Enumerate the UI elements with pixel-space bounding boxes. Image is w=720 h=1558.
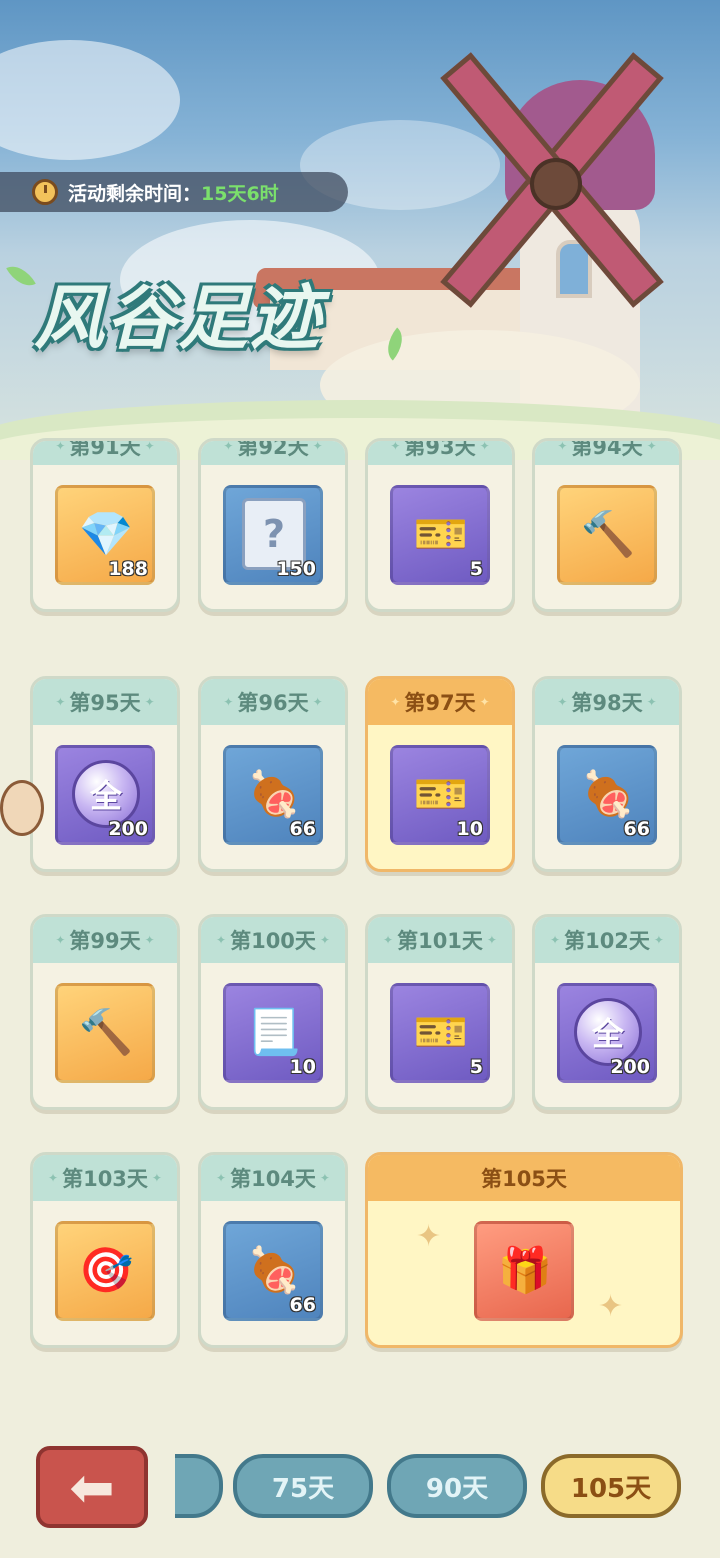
reward-tile[interactable]: 全 200 <box>557 983 657 1083</box>
reward-tile[interactable]: 🍖 66 <box>557 745 657 845</box>
day-label: 第98天 <box>535 679 679 725</box>
reward-quantity: 10 <box>456 818 483 840</box>
reward-quantity: 66 <box>623 818 650 840</box>
day-label: 第96天 <box>201 679 345 725</box>
day-card[interactable]: 第102天全200 <box>532 914 682 1110</box>
reward-tile[interactable]: 🎯 <box>55 1221 155 1321</box>
day-card[interactable]: 第92天 ?150 <box>198 438 348 612</box>
day-label: 第91天 <box>33 441 177 465</box>
day-label: 第105天 <box>368 1155 680 1201</box>
day-card[interactable]: 第99天 🔨 <box>30 914 180 1110</box>
mascot-avatar[interactable] <box>0 780 44 836</box>
reward-tile[interactable]: 🎫 5 <box>390 983 490 1083</box>
day-label: 第104天 <box>201 1155 345 1201</box>
reward-quantity: 5 <box>469 1056 483 1078</box>
reward-quantity: 66 <box>289 818 316 840</box>
day-label: 第95天 <box>33 679 177 725</box>
day-card[interactable]: 第97天 🎫10 <box>365 676 515 872</box>
day-card[interactable]: 第91天 💎188 <box>30 438 180 612</box>
leaf-icon <box>6 259 36 293</box>
day-label: 第99天 <box>33 917 177 963</box>
day-card[interactable]: 第104天 🍖66 <box>198 1152 348 1348</box>
day-label: 第94天 <box>535 441 679 465</box>
day-label: 第93天 <box>368 441 512 465</box>
day-label: 第100天 <box>201 917 345 963</box>
day-card[interactable]: 第95天全200 <box>30 676 180 872</box>
reward-quantity: 66 <box>289 1294 316 1316</box>
reward-tile[interactable]: 🎫 5 <box>390 485 490 585</box>
double-ticket-icon: 🎫 <box>413 509 469 560</box>
reward-tile[interactable]: ? 150 <box>223 485 323 585</box>
day-label: 第101天 <box>368 917 512 963</box>
tab-75-days[interactable]: 75天 <box>233 1454 373 1518</box>
reward-tile[interactable]: 全 200 <box>55 745 155 845</box>
reward-tile[interactable]: 🔨 <box>557 485 657 585</box>
day-card[interactable]: 第98天 🍖66 <box>532 676 682 872</box>
timer-value: 15天6时 <box>201 182 279 205</box>
day-card[interactable]: 第100天 📃10 <box>198 914 348 1110</box>
day-card[interactable]: 第103天 🎯 <box>30 1152 180 1348</box>
reward-tile[interactable]: 🍖 66 <box>223 745 323 845</box>
hammer-icon: 🔨 <box>78 1007 134 1058</box>
event-timer: 活动剩余时间： 15天6时 <box>0 172 348 212</box>
tab-60-days[interactable]: 天 <box>175 1454 223 1518</box>
reward-quantity: 200 <box>610 1056 650 1078</box>
day-card[interactable]: 第101天 🎫5 <box>365 914 515 1110</box>
day-label: 第103天 <box>33 1155 177 1201</box>
day-card[interactable]: 第94天 🔨 <box>532 438 682 612</box>
back-button[interactable]: ⬅ <box>36 1446 148 1528</box>
tab-90-days[interactable]: 90天 <box>387 1454 527 1518</box>
reward-quantity: 188 <box>108 558 148 580</box>
day-card[interactable]: 第96天 🍖66 <box>198 676 348 872</box>
left-arrow-icon: ⬅ <box>69 1455 115 1519</box>
radar-cup-icon: 🎯 <box>78 1245 134 1296</box>
event-banner: 活动剩余时间： 15天6时 风谷足迹 <box>0 0 720 460</box>
day-label: 第97天 <box>368 679 512 725</box>
double-ticket-icon: 🎫 <box>413 1007 469 1058</box>
reward-grid: 第91天💎188第92天?150第93天🎫5第94天🔨第95天全200第96天🍖… <box>0 438 720 1460</box>
cloud <box>0 40 180 160</box>
day-label: 第92天 <box>201 441 345 465</box>
event-title: 风谷足迹 <box>34 277 322 359</box>
day-label: 第102天 <box>535 917 679 963</box>
sparkle-icon: ✦ <box>416 1219 442 1254</box>
reward-tile[interactable]: 🍖 66 <box>223 1221 323 1321</box>
reward-quantity: 200 <box>108 818 148 840</box>
day-card[interactable]: 第105天 🎁 ✦ ✦ <box>365 1152 683 1348</box>
reward-tile[interactable]: 📃 10 <box>223 983 323 1083</box>
reward-tile[interactable]: 💎 188 <box>55 485 155 585</box>
mystery-chest-icon: 🎁 <box>497 1245 553 1296</box>
timer-label: 活动剩余时间： <box>68 182 202 205</box>
reward-tile[interactable]: 🎫 10 <box>390 745 490 845</box>
tab-105-days[interactable]: 105天 <box>541 1454 681 1518</box>
reward-quantity: 150 <box>276 558 316 580</box>
sparkle-icon: ✦ <box>598 1289 624 1324</box>
period-tabs: 天 75天 90天 105天 <box>175 1448 720 1528</box>
reward-tile[interactable]: 🔨 <box>55 983 155 1083</box>
reward-tile[interactable]: 🎁 <box>474 1221 574 1321</box>
reward-quantity: 5 <box>469 558 483 580</box>
hammer-icon: 🔨 <box>580 509 636 560</box>
windmill-hub <box>530 158 582 210</box>
clock-icon <box>32 179 58 205</box>
reward-quantity: 10 <box>289 1056 316 1078</box>
day-card[interactable]: 第93天 🎫5 <box>365 438 515 612</box>
